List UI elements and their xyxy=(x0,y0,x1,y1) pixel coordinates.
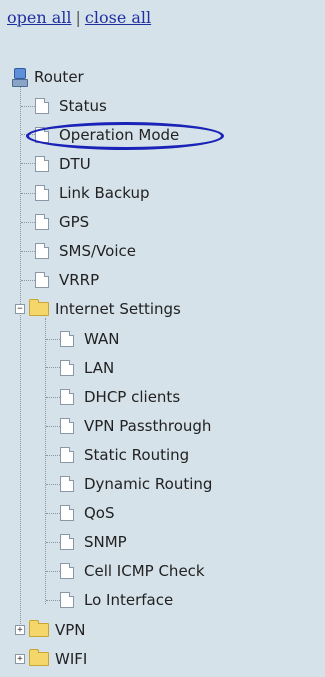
tree-item-vrrp[interactable]: VRRP xyxy=(35,268,99,292)
tree-item-dtu[interactable]: DTU xyxy=(35,152,91,176)
tree-label: VPN Passthrough xyxy=(84,417,212,435)
folder-icon xyxy=(29,620,49,637)
tree-label: VRRP xyxy=(59,271,100,289)
tree-connector xyxy=(46,600,60,601)
tree-root-router[interactable]: Router xyxy=(12,65,84,89)
tree-connector xyxy=(46,571,60,572)
page-icon xyxy=(60,505,74,521)
navigation-tree: Router Status Operation Mode DTU Link Ba… xyxy=(0,0,325,677)
page-icon xyxy=(60,534,74,550)
tree-label: Cell ICMP Check xyxy=(84,562,205,580)
tree-label: SMS/Voice xyxy=(59,242,136,260)
page-icon xyxy=(60,331,74,347)
tree-item-sms-voice[interactable]: SMS/Voice xyxy=(35,239,136,263)
tree-connector xyxy=(21,163,35,164)
tree-item-status[interactable]: Status xyxy=(35,94,107,118)
tree-label: SNMP xyxy=(84,533,127,551)
page-icon xyxy=(35,98,49,114)
collapse-toggle-icon[interactable]: − xyxy=(15,304,25,314)
page-icon xyxy=(60,360,74,376)
page-icon xyxy=(35,272,49,288)
tree-label: WIFI xyxy=(55,650,88,668)
tree-label: Static Routing xyxy=(84,446,190,464)
folder-icon xyxy=(29,649,49,666)
tree-connector xyxy=(46,513,60,514)
tree-item-dhcp-clients[interactable]: DHCP clients xyxy=(60,385,180,409)
page-icon xyxy=(35,127,49,143)
page-icon xyxy=(35,185,49,201)
page-icon xyxy=(35,156,49,172)
expand-toggle-icon[interactable]: + xyxy=(15,625,25,635)
tree-connector xyxy=(21,251,35,252)
page-icon xyxy=(60,592,74,608)
tree-label: LAN xyxy=(84,359,115,377)
tree-label: Internet Settings xyxy=(55,300,181,318)
page-icon xyxy=(60,476,74,492)
tree-label: Operation Mode xyxy=(59,126,180,144)
tree-item-cell-icmp-check[interactable]: Cell ICMP Check xyxy=(60,559,205,583)
tree-connector xyxy=(21,134,35,135)
tree-item-vpn-passthrough[interactable]: VPN Passthrough xyxy=(60,414,211,438)
tree-label: GPS xyxy=(59,213,90,231)
page-icon xyxy=(60,447,74,463)
router-icon xyxy=(12,68,28,87)
folder-open-icon xyxy=(29,299,49,316)
tree-connector xyxy=(46,542,60,543)
tree-label: WAN xyxy=(84,330,120,348)
page-icon xyxy=(60,389,74,405)
tree-connector xyxy=(46,484,60,485)
tree-item-dynamic-routing[interactable]: Dynamic Routing xyxy=(60,472,212,496)
tree-connector xyxy=(21,280,35,281)
tree-item-lo-interface[interactable]: Lo Interface xyxy=(60,588,173,612)
page-icon xyxy=(60,418,74,434)
tree-label: Router xyxy=(34,68,84,86)
tree-connector xyxy=(46,397,60,398)
tree-label: VPN xyxy=(55,621,86,639)
tree-item-wan[interactable]: WAN xyxy=(60,327,120,351)
tree-connector xyxy=(21,106,35,107)
tree-label: Dynamic Routing xyxy=(84,475,213,493)
page-icon xyxy=(60,563,74,579)
tree-item-operation-mode[interactable]: Operation Mode xyxy=(35,123,179,147)
tree-connector xyxy=(46,426,60,427)
tree-item-qos[interactable]: QoS xyxy=(60,501,115,525)
tree-connector xyxy=(46,339,60,340)
tree-label: QoS xyxy=(84,504,115,522)
page-icon xyxy=(35,243,49,259)
tree-item-snmp[interactable]: SNMP xyxy=(60,530,127,554)
tree-connector xyxy=(46,455,60,456)
tree-connector xyxy=(46,367,60,368)
tree-label: Status xyxy=(59,97,107,115)
tree-item-link-backup[interactable]: Link Backup xyxy=(35,181,149,205)
tree-folder-vpn[interactable]: + VPN xyxy=(15,618,86,642)
tree-item-lan[interactable]: LAN xyxy=(60,356,114,380)
page-icon xyxy=(35,214,49,230)
tree-item-static-routing[interactable]: Static Routing xyxy=(60,443,189,467)
tree-label: DHCP clients xyxy=(84,388,181,406)
tree-connector xyxy=(21,193,35,194)
tree-connector xyxy=(20,86,21,634)
tree-folder-internet-settings[interactable]: − Internet Settings xyxy=(15,297,181,321)
tree-item-gps[interactable]: GPS xyxy=(35,210,89,234)
tree-folder-wifi[interactable]: + WIFI xyxy=(15,647,87,671)
tree-label: DTU xyxy=(59,155,91,173)
tree-connector xyxy=(21,222,35,223)
tree-connector xyxy=(45,318,46,604)
tree-label: Lo Interface xyxy=(84,591,174,609)
expand-toggle-icon[interactable]: + xyxy=(15,654,25,664)
tree-label: Link Backup xyxy=(59,184,150,202)
